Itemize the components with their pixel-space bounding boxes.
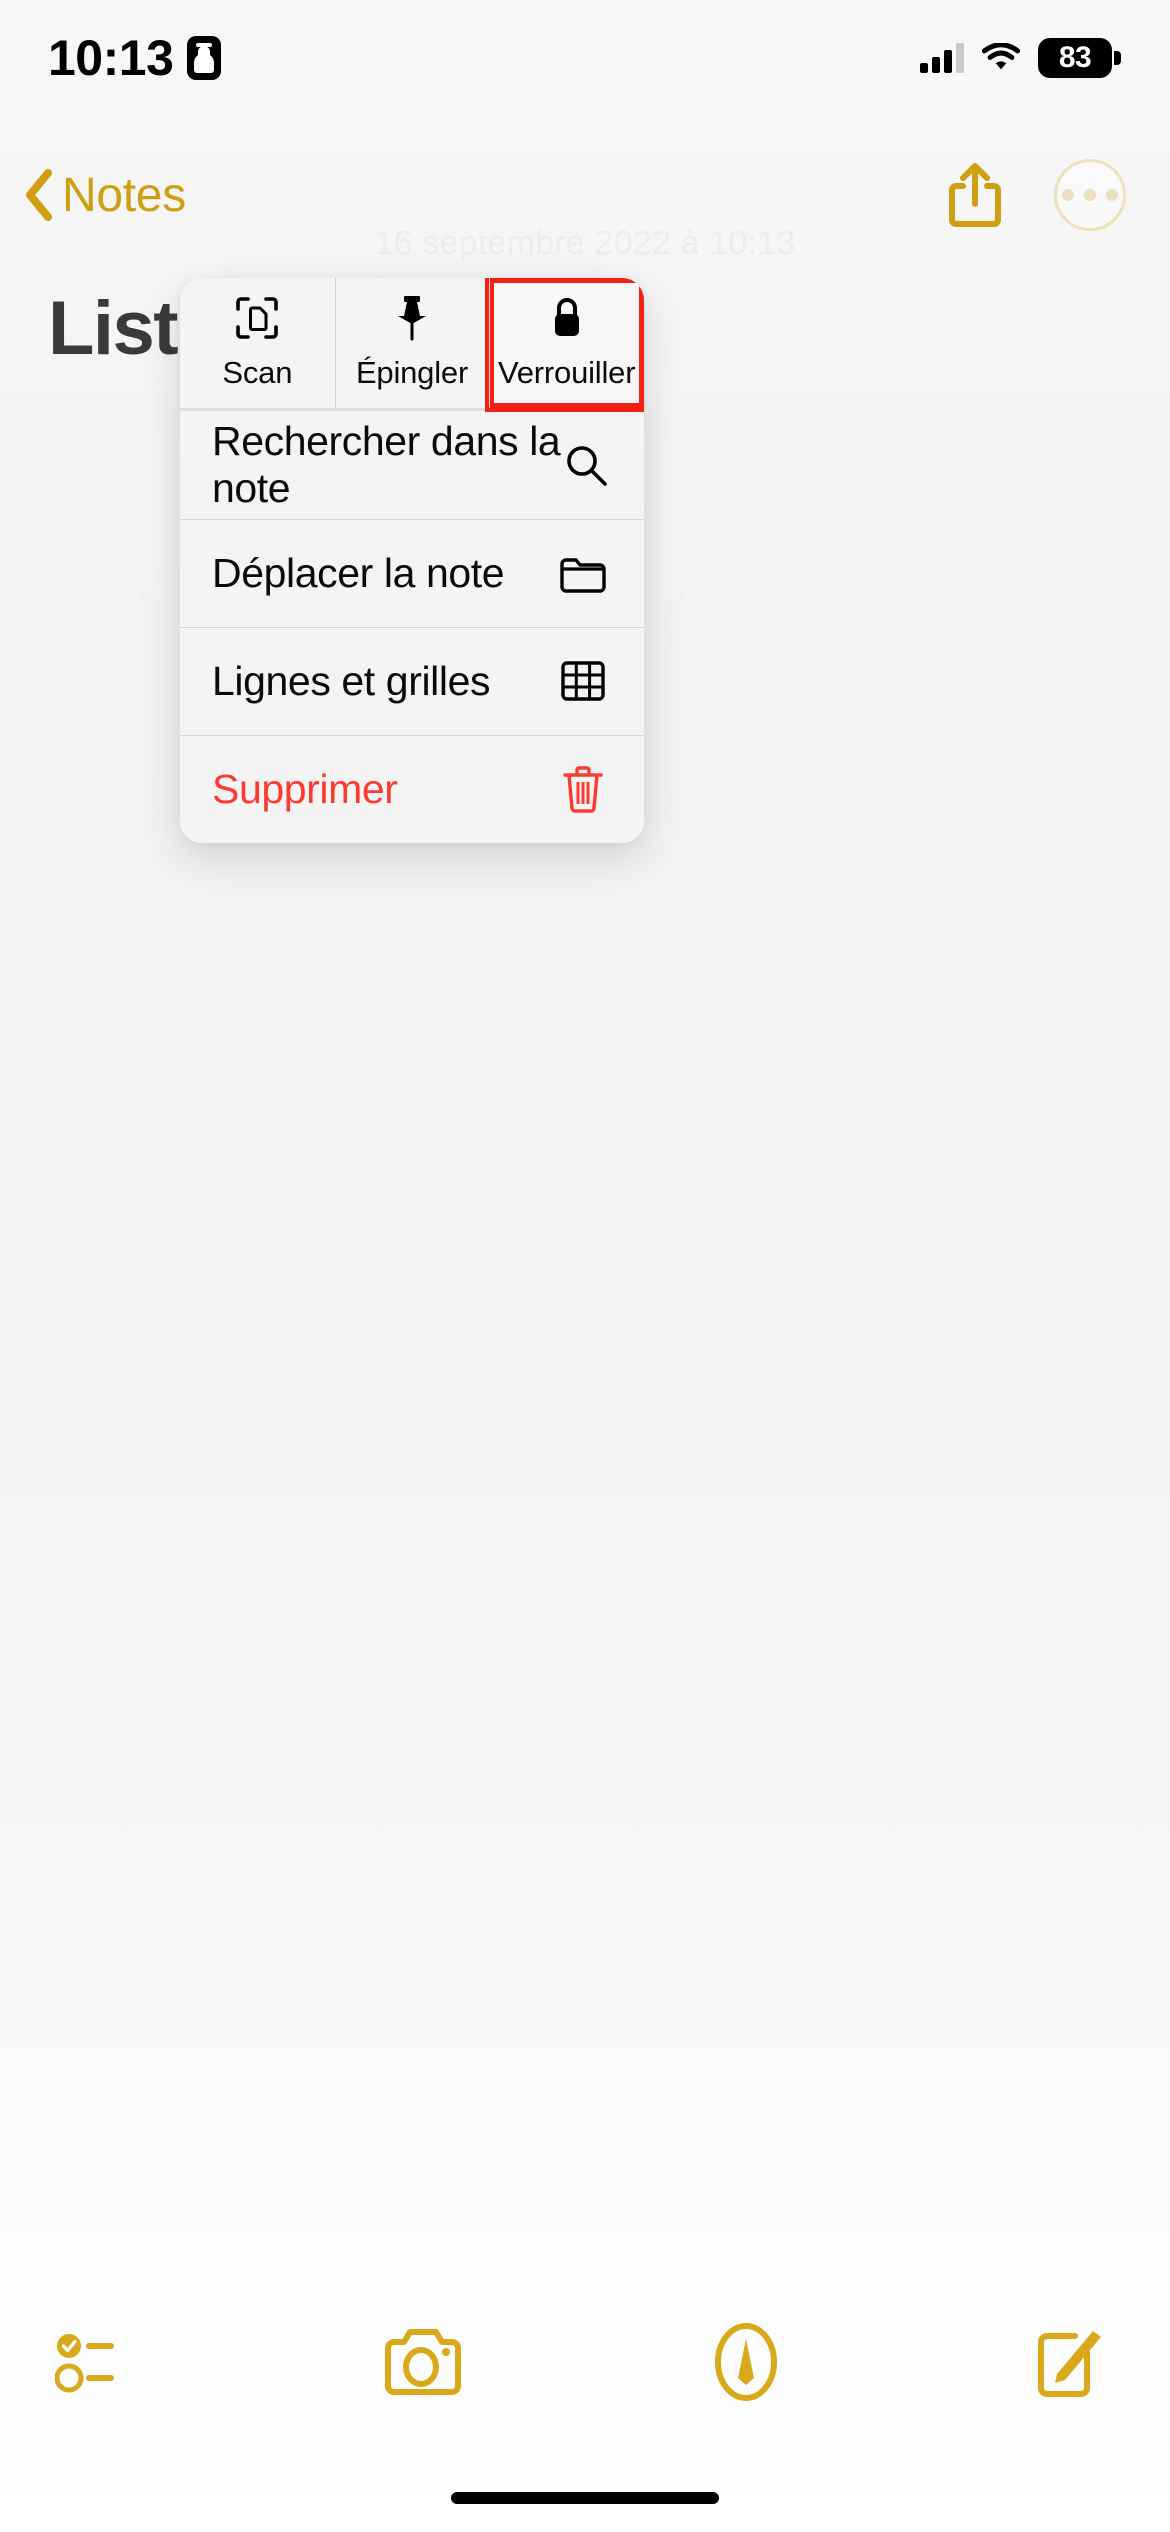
camera-button[interactable] — [369, 2312, 479, 2412]
bottom-toolbar — [0, 2302, 1170, 2422]
status-bar-left: 10:13 — [48, 29, 222, 86]
navigation-bar-actions — [946, 159, 1126, 231]
menu-item-delete[interactable]: Supprimer — [180, 735, 644, 843]
markup-pen-icon — [715, 2323, 778, 2401]
document-scan-icon — [235, 295, 279, 341]
scan-action-button[interactable]: Scan — [180, 278, 335, 408]
grid-icon — [556, 654, 610, 708]
notes-app-screen: 10:13 83 Notes 16 septembre 2022 à 10:13… — [0, 0, 1170, 2532]
trash-icon — [556, 762, 610, 816]
home-indicator — [451, 2492, 719, 2504]
menu-item-label: Rechercher dans la note — [212, 418, 561, 511]
chevron-left-icon — [26, 169, 52, 221]
menu-item-move-note[interactable]: Déplacer la note — [180, 519, 644, 627]
note-context-menu: Scan Épingler Verrouiller Rechercher dan… — [180, 278, 644, 843]
lock-action-button[interactable]: Verrouiller — [485, 278, 644, 412]
menu-item-label: Lignes et grilles — [212, 657, 491, 704]
status-bar-right: 83 — [920, 37, 1112, 78]
context-menu-items: Rechercher dans la note Déplacer la note — [180, 411, 644, 843]
note-date: 16 septembre 2022 à 10:13 — [374, 224, 796, 262]
lock-icon — [550, 295, 584, 341]
pin-action-label: Épingler — [355, 355, 469, 390]
ellipsis-dot — [1106, 189, 1118, 201]
context-menu-top-actions: Scan Épingler Verrouiller — [180, 278, 644, 412]
folder-icon — [556, 546, 610, 600]
wifi-icon — [982, 42, 1020, 69]
ellipsis-dot — [1084, 189, 1096, 201]
pin-icon — [394, 295, 430, 341]
ellipsis-dot — [1062, 189, 1074, 201]
menu-item-lines-and-grids[interactable]: Lignes et grilles — [180, 627, 644, 735]
scan-action-label: Scan — [222, 355, 293, 390]
pin-action-button[interactable]: Épingler — [334, 278, 490, 408]
lock-action-label: Verrouiller — [497, 355, 636, 390]
more-options-button[interactable] — [1054, 159, 1126, 231]
compose-button[interactable] — [1014, 2312, 1124, 2412]
menu-item-label: Supprimer — [212, 765, 398, 812]
menu-item-label: Déplacer la note — [212, 549, 505, 596]
menu-item-search-in-note[interactable]: Rechercher dans la note — [180, 411, 644, 519]
back-button-label: Notes — [62, 168, 186, 222]
status-time: 10:13 — [48, 29, 174, 86]
back-to-notes-button[interactable]: Notes — [22, 168, 186, 223]
battery-indicator: 83 — [1038, 37, 1112, 78]
checklist-icon — [55, 2334, 114, 2393]
search-icon — [562, 438, 610, 492]
compose-icon — [1037, 2331, 1101, 2397]
share-icon[interactable] — [946, 162, 1004, 228]
camera-icon — [384, 2329, 461, 2395]
person-badge-icon — [187, 35, 222, 80]
cellular-signal-icon — [920, 42, 964, 73]
status-bar: 10:13 83 — [0, 0, 1170, 115]
markup-button[interactable] — [691, 2312, 801, 2412]
checklist-button[interactable] — [46, 2312, 156, 2412]
